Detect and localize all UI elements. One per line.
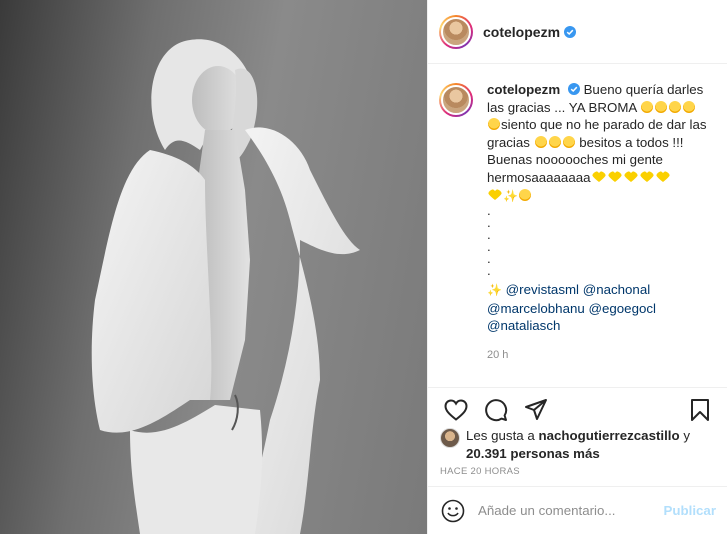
dot-line: .	[487, 239, 491, 255]
yellow-heart-icon	[488, 188, 502, 200]
author-avatar[interactable]	[439, 14, 473, 49]
heart-icon	[444, 398, 468, 421]
post-details-panel: cotelopezm cotelopezm Bueno quería darle…	[427, 0, 727, 534]
comment-icon	[485, 398, 508, 421]
likes-summary: Les gusta a nachogutierrezcastillo y 20.…	[440, 427, 722, 463]
sparkles-emoji-icon: ✨	[503, 188, 518, 203]
caption-dots: . . . . . .	[487, 203, 713, 279]
caption-author-username[interactable]: cotelopezm	[487, 82, 560, 97]
liker-avatar[interactable]	[440, 428, 460, 448]
laugh-emoji-icon	[548, 135, 561, 148]
mention-link[interactable]: @nataliasch	[487, 318, 560, 333]
verified-badge-icon	[567, 83, 580, 95]
yellow-heart-icon	[639, 170, 654, 182]
post-photo[interactable]	[0, 0, 427, 534]
instagram-post: cotelopezm cotelopezm Bueno quería darle…	[0, 0, 727, 534]
caption-author-avatar[interactable]	[439, 83, 473, 117]
rofl-emoji-icon	[683, 100, 696, 113]
likes-prefix: Les gusta a	[466, 428, 535, 443]
mention-link[interactable]: @marcelobhanu	[487, 301, 585, 316]
sparkles-emoji-icon: ✨	[487, 283, 502, 298]
liker-username[interactable]: nachogutierrezcastillo	[538, 428, 679, 443]
save-icon	[691, 398, 709, 421]
smile-emoji-icon	[562, 135, 575, 148]
caption: cotelopezm Bueno quería darles las graci…	[439, 81, 714, 365]
add-comment-bar: Añade un comentario... Publicar	[428, 486, 727, 534]
dot-line: .	[487, 227, 491, 243]
author-username[interactable]: cotelopezm	[483, 24, 560, 40]
dot-line: .	[487, 203, 491, 219]
action-bar	[428, 387, 727, 431]
verified-badge-icon	[564, 25, 577, 38]
share-icon	[525, 398, 547, 420]
comments-section: cotelopezm Bueno quería darles las graci…	[428, 65, 727, 385]
yellow-heart-icon	[623, 170, 638, 182]
rofl-emoji-icon	[655, 100, 668, 113]
comment-button[interactable]	[476, 390, 516, 430]
caption-body: cotelopezm Bueno quería darles las graci…	[487, 81, 713, 365]
likes-count[interactable]: 20.391 personas más	[466, 446, 600, 461]
share-button[interactable]	[516, 390, 556, 430]
post-date[interactable]: HACE 20 HORAS	[440, 466, 520, 477]
rofl-emoji-icon	[488, 118, 500, 131]
yellow-heart-icon	[655, 170, 670, 182]
dot-line: .	[487, 263, 491, 279]
publish-button[interactable]: Publicar	[664, 503, 716, 518]
photo-illustration	[91, 39, 360, 534]
mention-link[interactable]: @revistasml	[506, 282, 579, 297]
caption-timestamp[interactable]: 20 h	[487, 347, 713, 365]
save-button[interactable]	[680, 390, 720, 430]
emoji-picker-button[interactable]	[440, 498, 466, 524]
rofl-emoji-icon	[669, 100, 682, 113]
like-button[interactable]	[436, 390, 476, 430]
mention-link[interactable]: @egoegocl	[588, 301, 655, 316]
rofl-emoji-icon	[641, 100, 654, 113]
dot-line: .	[487, 215, 491, 231]
laugh-emoji-icon	[534, 135, 547, 148]
caption-mentions: ✨ @revistasml @nachonal @marcelobhanu @e…	[487, 281, 713, 335]
yellow-heart-icon	[591, 170, 606, 182]
emoji-icon	[441, 499, 465, 522]
mention-link[interactable]: @nachonal	[583, 282, 650, 297]
likes-conjunction: y	[683, 428, 690, 443]
hug-emoji-icon	[518, 188, 531, 201]
dot-line: .	[487, 251, 491, 267]
post-header: cotelopezm	[428, 0, 727, 64]
comment-input[interactable]: Añade un comentario...	[478, 503, 664, 518]
yellow-heart-icon	[607, 170, 622, 182]
